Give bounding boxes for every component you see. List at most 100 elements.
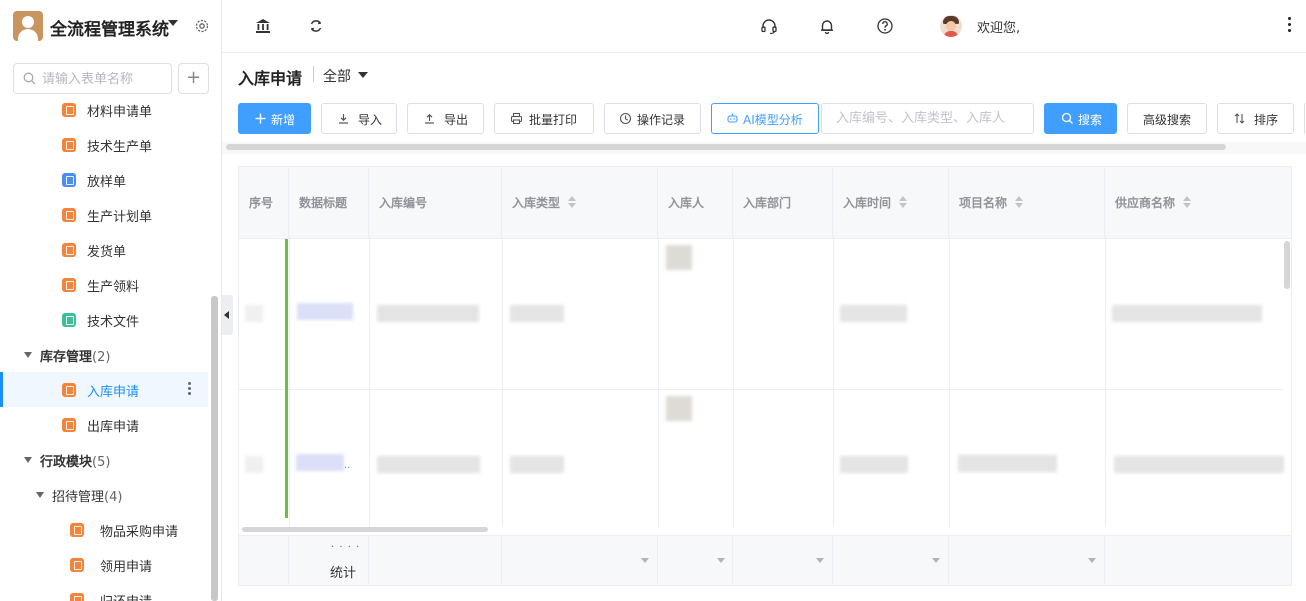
advanced-search-button[interactable]: 高级搜索 (1127, 103, 1207, 134)
blurred-cell (510, 456, 564, 473)
form-search-box[interactable] (13, 63, 172, 94)
sidebar-item-production-plan[interactable]: 生产计划单 (0, 197, 208, 232)
sidebar-item-purchase-request[interactable]: 物品采购申请 (0, 512, 208, 547)
column-header-inbound-time[interactable]: 入库时间 (833, 167, 949, 239)
export-button[interactable]: 导出 (407, 103, 484, 134)
table-row[interactable]: .. (239, 390, 1284, 527)
sort-caret-icon[interactable] (568, 196, 576, 208)
app-switch-caret-icon[interactable] (168, 20, 178, 26)
blurred-cell (840, 305, 907, 322)
column-label: 入库类型 (512, 196, 561, 210)
chevron-down-icon[interactable] (1088, 558, 1096, 563)
sidebar-item-inbound-request[interactable]: 入库申请 (0, 372, 208, 407)
summary-dots: · · · · (331, 542, 361, 553)
table-horizontal-scrollbar[interactable] (242, 527, 488, 532)
sidebar-item-return-request[interactable]: 归还申请 (0, 582, 208, 601)
summary-cell-type[interactable] (502, 536, 658, 585)
app-window: 全流程管理系统 + 材料申请单 技术生产单 放样单 (0, 0, 1306, 601)
button-label: 排序 (1254, 113, 1279, 127)
sidebar-item-outbound-request[interactable]: 出库申请 (0, 407, 208, 442)
add-form-button[interactable]: + (178, 63, 209, 94)
bell-icon[interactable] (818, 17, 836, 35)
sidebar-item-delivery[interactable]: 发货单 (0, 232, 208, 267)
sidebar-item-tech-docs[interactable]: 技术文件 (0, 302, 208, 337)
app-logo (13, 11, 43, 41)
ai-analysis-button[interactable]: AI模型分析 (711, 103, 819, 134)
column-header-title: 数据标题 (289, 167, 369, 239)
button-label: 导出 (444, 113, 469, 127)
new-button[interactable]: 新增 (238, 103, 311, 134)
operation-log-button[interactable]: 操作记录 (604, 103, 701, 134)
blurred-title-link[interactable] (297, 303, 353, 320)
group-count: (2) (92, 350, 111, 365)
summary-cell-person[interactable] (658, 536, 733, 585)
form-icon (70, 523, 84, 537)
column-header-inbound-type[interactable]: 入库类型 (502, 167, 658, 239)
form-icon (62, 418, 76, 432)
column-header-supplier-name[interactable]: 供应商名称 (1105, 167, 1291, 239)
summary-cell-time[interactable] (833, 536, 949, 585)
table-summary-row: · · · · 统计 (239, 535, 1291, 585)
sidebar-scrollbar[interactable] (211, 296, 218, 601)
sidebar-item-tech-production[interactable]: 技术生产单 (0, 127, 208, 162)
sidebar-item-lofting[interactable]: 放样单 (0, 162, 208, 197)
help-icon[interactable] (876, 17, 894, 35)
sort-button[interactable]: 排序 (1217, 103, 1294, 134)
chevron-down-icon[interactable] (641, 558, 649, 563)
welcome-text[interactable]: 欢迎您, (977, 17, 1020, 36)
table-vertical-scrollbar[interactable] (1284, 241, 1290, 289)
refresh-icon[interactable] (307, 17, 325, 35)
app-title[interactable]: 全流程管理系统 (50, 15, 169, 40)
brand-header[interactable]: 全流程管理系统 (0, 0, 222, 53)
sidebar-item-use-request[interactable]: 领用申请 (0, 547, 208, 582)
column-header-inbound-no: 入库编号 (369, 167, 502, 239)
form-icon (70, 558, 84, 572)
clock-icon (619, 112, 632, 125)
robot-icon (727, 113, 738, 123)
gear-icon[interactable] (194, 18, 210, 34)
scope-dropdown[interactable]: 全部 (323, 66, 351, 86)
sidebar-item-label: 技术生产单 (87, 140, 153, 155)
keyword-search-input[interactable] (821, 103, 1034, 134)
sidebar-group-inventory[interactable]: 库存管理(2) (0, 337, 208, 372)
sidebar-item-label: 材料申请单 (87, 105, 153, 120)
headset-icon[interactable] (760, 17, 778, 35)
form-search-input[interactable] (42, 69, 168, 89)
chevron-down-icon[interactable] (816, 558, 824, 563)
blurred-cell (958, 455, 1057, 472)
chevron-down-icon[interactable] (358, 72, 368, 78)
form-icon (62, 383, 76, 397)
batch-print-button[interactable]: 批量打印 (494, 103, 594, 134)
more-vertical-icon[interactable] (186, 380, 192, 400)
group-count: (4) (104, 490, 123, 505)
search-icon (1061, 112, 1073, 124)
bank-icon[interactable] (254, 17, 272, 35)
sidebar-subgroup-reception[interactable]: 招待管理(4) (0, 477, 208, 512)
search-button[interactable]: 搜索 (1044, 103, 1117, 134)
sidebar-group-admin[interactable]: 行政模块(5) (0, 442, 208, 477)
blurred-cell (245, 456, 263, 473)
sort-caret-icon[interactable] (899, 196, 907, 208)
sidebar-collapse-handle[interactable] (222, 295, 233, 335)
button-label: 操作记录 (637, 113, 686, 127)
column-header-project-name[interactable]: 项目名称 (949, 167, 1105, 239)
user-avatar[interactable] (940, 15, 962, 37)
sort-caret-icon[interactable] (1183, 196, 1191, 208)
table-row[interactable] (239, 239, 1283, 390)
sidebar-item-label: 技术文件 (87, 315, 140, 330)
summary-cell-dept[interactable] (733, 536, 833, 585)
printer-icon (510, 112, 523, 125)
button-label: AI模型分析 (743, 113, 803, 127)
summary-cell-project[interactable] (949, 536, 1105, 585)
sort-caret-icon[interactable] (1015, 196, 1023, 208)
toolbar-scrollbar[interactable] (226, 144, 1226, 150)
blurred-title-link[interactable] (296, 454, 344, 471)
button-label: 搜索 (1078, 113, 1103, 127)
sidebar-item-material-request[interactable]: 材料申请单 (0, 96, 208, 127)
sidebar-item-material-pick[interactable]: 生产领料 (0, 267, 208, 302)
more-vertical-icon[interactable] (1288, 17, 1292, 35)
export-icon (425, 113, 434, 124)
import-button[interactable]: 导入 (321, 103, 397, 134)
chevron-down-icon[interactable] (932, 558, 940, 563)
chevron-down-icon[interactable] (717, 558, 725, 563)
